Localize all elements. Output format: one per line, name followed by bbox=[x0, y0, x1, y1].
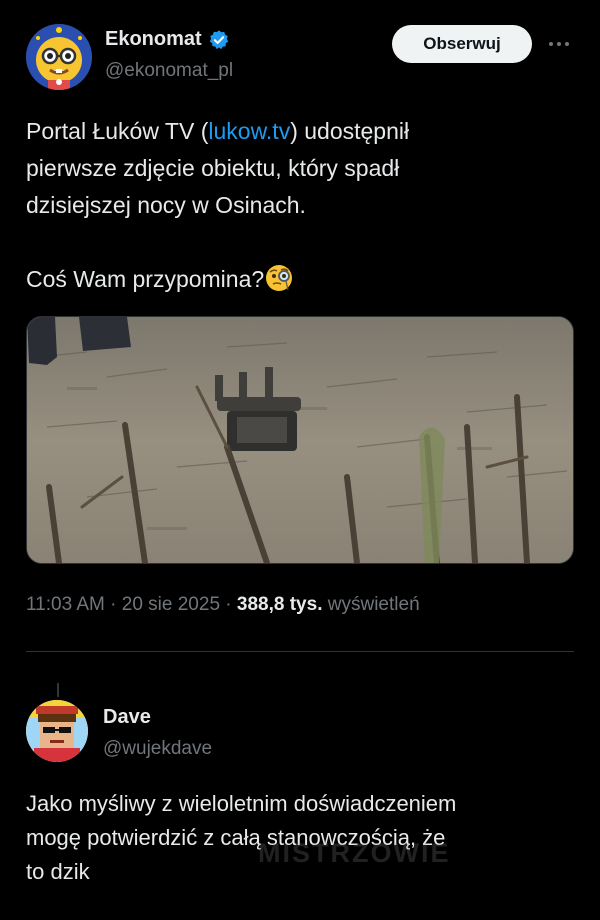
views-count: 388,8 tys. bbox=[236, 594, 323, 615]
post-text-question: Coś Wam przypomina? bbox=[26, 266, 265, 292]
reply-author-handle[interactable]: @wujekdave bbox=[103, 738, 212, 760]
ekonomat-avatar[interactable] bbox=[26, 24, 92, 90]
dave-avatar[interactable] bbox=[26, 700, 88, 762]
author-display-name[interactable]: Ekonomat bbox=[105, 28, 202, 51]
nerd-face-icon bbox=[26, 24, 92, 90]
reply-author-name-row[interactable]: Dave bbox=[103, 706, 151, 729]
divider bbox=[26, 651, 574, 652]
post-text-line-1: Portal Łuków TV (lukow.tv) udostępnił bbox=[26, 113, 576, 150]
post-text-line-3: dzisiejszej nocy w Osinach. bbox=[26, 192, 306, 218]
post-photo[interactable] bbox=[26, 316, 574, 564]
follow-button[interactable]: Obserwuj bbox=[392, 25, 532, 63]
post-meta: 11:03 AM · 20 sie 2025 · 388,8 tys. wyśw… bbox=[26, 594, 420, 616]
reply-text-line-1: Jako myśliwy z wieloletnim doświadczenie… bbox=[26, 791, 457, 816]
photo-drone-in-field-icon bbox=[27, 317, 573, 563]
meta-separator: · bbox=[110, 594, 122, 615]
post-text: Portal Łuków TV (lukow.tv) udostępnił pi… bbox=[26, 113, 576, 298]
post-time[interactable]: 11:03 AM bbox=[26, 594, 105, 615]
pixel-dave-icon bbox=[26, 700, 88, 762]
monocle-face-emoji-icon bbox=[264, 263, 294, 293]
post-text-line-2: pierwsze zdjęcie obiektu, który spadł bbox=[26, 155, 400, 181]
thread-line bbox=[57, 683, 59, 697]
post-text-segment: Portal Łuków TV ( bbox=[26, 118, 209, 144]
post-date[interactable]: 20 sie 2025 bbox=[122, 594, 220, 615]
watermark: MISTRZOWIE bbox=[258, 838, 451, 868]
author-name-row[interactable]: Ekonomat bbox=[105, 28, 230, 51]
post-text-line-4: Coś Wam przypomina? bbox=[26, 261, 576, 298]
post-text-segment: ) udostępnił bbox=[290, 118, 410, 144]
more-dots-icon[interactable] bbox=[544, 34, 574, 54]
meta-separator: · bbox=[225, 594, 237, 615]
reply-author-display-name[interactable]: Dave bbox=[103, 706, 151, 728]
verified-badge-icon bbox=[208, 29, 230, 51]
lukow-link[interactable]: lukow.tv bbox=[208, 118, 290, 144]
views-label: wyświetleń bbox=[327, 594, 420, 615]
author-handle[interactable]: @ekonomat_pl bbox=[105, 60, 233, 82]
